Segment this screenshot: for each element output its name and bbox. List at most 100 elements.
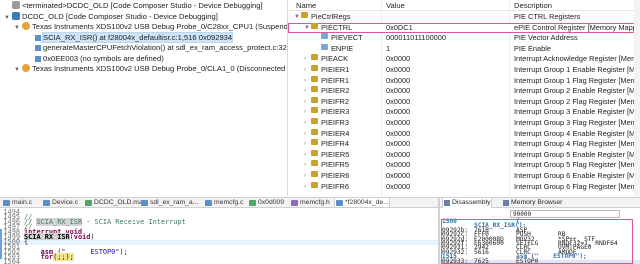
expand-caret-icon[interactable]: ▼ bbox=[304, 23, 310, 34]
expand-arrow-icon[interactable]: ▼ bbox=[14, 65, 22, 75]
register-row[interactable]: ENPIE 1 PIE Enable bbox=[288, 43, 640, 55]
debug-tree-label: Texas Instruments XDS100v2 USB Debug Pro… bbox=[32, 64, 287, 73]
expand-caret-icon[interactable]: › bbox=[304, 107, 306, 118]
debug-tree-item[interactable]: ▼ Texas Instruments XDS100v2 USB Debug Pr… bbox=[14, 22, 287, 33]
register-row[interactable]: › PIEIER2 0x0000 Interrupt Group 2 Enable R… bbox=[288, 86, 640, 97]
debug-tree-item[interactable]: generateMasterCPUFetchViolation() at sdl… bbox=[26, 43, 287, 53]
register-row[interactable]: ▼ PieCtrlRegs PIE CTRL Registers bbox=[288, 12, 640, 23]
editor-tab[interactable]: sdl_ex_ram_a... bbox=[140, 198, 199, 207]
register-icon bbox=[311, 181, 318, 188]
expand-caret-icon[interactable]: › bbox=[304, 86, 306, 97]
expand-caret-icon[interactable]: › bbox=[304, 160, 306, 171]
register-value[interactable]: 0x0000 bbox=[386, 171, 506, 182]
expand-caret-icon[interactable]: › bbox=[304, 139, 306, 150]
debug-tree-label: <terminated>DCDC_OLD [Code Composer Stud… bbox=[22, 1, 263, 10]
register-value[interactable]: 0x0000 bbox=[386, 97, 506, 108]
debug-view: <terminated>DCDC_OLD [Code Composer Stud… bbox=[0, 0, 288, 196]
expand-caret-icon[interactable]: › bbox=[304, 150, 306, 161]
register-icon bbox=[311, 65, 318, 71]
register-value[interactable]: 0x0000 bbox=[386, 150, 506, 161]
column-value[interactable]: Value bbox=[386, 0, 405, 11]
editor-tab[interactable]: memcfg.h bbox=[290, 198, 330, 207]
editor-tab-label: 0x0d009 bbox=[258, 199, 285, 206]
c-file-icon bbox=[141, 200, 148, 206]
expand-caret-icon[interactable]: ▼ bbox=[294, 12, 300, 23]
debug-tree-item[interactable]: ▼ DCDC_OLD [Code Composer Studio - Device… bbox=[4, 11, 218, 23]
expand-caret-icon[interactable]: › bbox=[304, 76, 306, 87]
register-description: Interrupt Group 6 Flag Register [Mem... bbox=[514, 181, 634, 191]
register-value[interactable]: 000011011100000 bbox=[386, 33, 506, 44]
expand-arrow-icon[interactable]: ▼ bbox=[4, 13, 12, 23]
register-name: PIEIER3 bbox=[321, 107, 350, 117]
register-value[interactable]: 0x0000 bbox=[386, 86, 506, 97]
editor-tab-label: sdl_ex_ram_a... bbox=[150, 199, 199, 206]
expand-caret-icon[interactable]: › bbox=[304, 97, 306, 108]
register-value[interactable]: 1 bbox=[386, 44, 506, 55]
register-row[interactable]: ▼ PIECTRL 0x0DC1 ePIE Control Register [Mem… bbox=[288, 22, 640, 34]
expand-caret-icon[interactable]: › bbox=[304, 65, 306, 76]
view-tab[interactable]: Disassembly bbox=[442, 198, 492, 208]
register-description: PIE CTRL Registers bbox=[514, 12, 581, 21]
register-value[interactable]: 0x0000 bbox=[386, 76, 506, 87]
expand-caret-icon[interactable]: › bbox=[304, 171, 306, 182]
editor-tab[interactable]: *f28004x_de... bbox=[334, 198, 390, 207]
register-description: Interrupt Group 5 Flag Register [Mem... bbox=[514, 160, 634, 170]
thread-icon bbox=[22, 22, 30, 30]
register-icon bbox=[311, 128, 318, 135]
register-value[interactable]: 0x0000 bbox=[386, 107, 506, 118]
register-row[interactable]: › PIEIFR1 0x0000 Interrupt Group 1 Flag Reg… bbox=[288, 75, 640, 87]
expand-caret-icon[interactable]: › bbox=[304, 118, 306, 129]
register-row[interactable]: › PIEIFR2 0x0000 Interrupt Group 2 Flag Reg… bbox=[288, 96, 640, 108]
register-value[interactable]: 0x0000 bbox=[386, 118, 506, 129]
register-value[interactable]: 0x0000 bbox=[386, 182, 506, 193]
register-value[interactable]: 0x0000 bbox=[386, 54, 506, 65]
register-value[interactable]: 0x0DC1 bbox=[386, 23, 506, 34]
register-row[interactable]: › PIEIER4 0x0000 Interrupt Group 4 Enable R… bbox=[288, 128, 640, 140]
code-editor[interactable]: 1494 1495//1496// SCIA_RX_ISR - SCIA Rece… bbox=[0, 209, 438, 264]
register-row[interactable]: › PIEACK 0x0000 Interrupt Acknowledge Regis… bbox=[288, 54, 640, 65]
bitfield-icon bbox=[321, 33, 328, 40]
code-line[interactable]: 1504 bbox=[0, 257, 438, 264]
line-number: 1504 bbox=[3, 257, 20, 264]
expand-caret-icon[interactable]: › bbox=[304, 54, 306, 65]
expand-caret-icon[interactable]: › bbox=[304, 129, 306, 140]
register-row[interactable]: PIEVECT 000011011100000 PIE Vector Address bbox=[288, 33, 640, 44]
editor-tab[interactable]: memcfg.c bbox=[204, 198, 243, 207]
column-name[interactable]: Name bbox=[296, 0, 316, 11]
register-icon bbox=[311, 75, 318, 82]
register-icon bbox=[311, 171, 318, 177]
c-file-icon bbox=[336, 200, 343, 206]
expand-caret-icon[interactable]: › bbox=[304, 182, 306, 193]
register-row[interactable]: › PIEIFR6 0x0000 Interrupt Group 6 Flag Reg… bbox=[288, 181, 640, 193]
register-row[interactable]: › PIEIER3 0x0000 Interrupt Group 3 Enable R… bbox=[288, 107, 640, 118]
register-row[interactable]: › PIEIER5 0x0000 Interrupt Group 5 Enable R… bbox=[288, 149, 640, 161]
register-row[interactable]: › PIEIER1 0x0000 Interrupt Group 1 Enable R… bbox=[288, 65, 640, 76]
register-value[interactable]: 0x0000 bbox=[386, 160, 506, 171]
debug-tree-item[interactable]: 0x0EE003 (no symbols are defined) bbox=[26, 54, 164, 64]
debug-tree-item[interactable]: SCIA_RX_ISR() at f28004x_defaultisr.c:1,… bbox=[26, 31, 234, 43]
register-icon bbox=[311, 86, 318, 93]
register-value[interactable]: 0x0000 bbox=[386, 65, 506, 76]
registers-view: Name Value Description ▼ PieCtrlRegs PIE C… bbox=[288, 0, 640, 196]
register-value[interactable]: 0x0000 bbox=[386, 129, 506, 140]
register-description: Interrupt Acknowledge Register [Mem... bbox=[514, 54, 634, 64]
register-row[interactable]: › PIEIFR3 0x0000 Interrupt Group 3 Flag Reg… bbox=[288, 118, 640, 129]
view-tab[interactable]: Memory Browser bbox=[502, 198, 562, 208]
column-description[interactable]: Description bbox=[514, 0, 552, 11]
editor-tab[interactable]: Device.c bbox=[42, 198, 78, 207]
registers-scrollbar[interactable] bbox=[634, 0, 640, 196]
register-value[interactable]: 0x0000 bbox=[386, 139, 506, 150]
editor-tab[interactable]: 0x0d009 bbox=[248, 198, 285, 207]
register-row[interactable]: › PIEIFR4 0x0000 Interrupt Group 4 Flag Reg… bbox=[288, 139, 640, 150]
expand-arrow-icon[interactable]: ▼ bbox=[14, 23, 22, 33]
register-row[interactable]: › PIEIFR5 0x0000 Interrupt Group 5 Flag Reg… bbox=[288, 160, 640, 171]
debug-tree-item[interactable]: ▼ Texas Instruments XDS100v2 USB Debug Pr… bbox=[14, 64, 287, 75]
address-input[interactable]: 90000 bbox=[510, 210, 620, 218]
debug-tree-item[interactable]: <terminated>DCDC_OLD [Code Composer Stud… bbox=[4, 1, 263, 11]
editor-tab[interactable]: DCDC_OLD.map bbox=[84, 198, 147, 207]
register-description: Interrupt Group 1 Flag Register [Mem... bbox=[514, 75, 634, 85]
editor-tab[interactable]: main.c bbox=[2, 198, 32, 207]
register-row[interactable]: › PIEIER6 0x0000 Interrupt Group 6 Enable R… bbox=[288, 171, 640, 182]
register-description: PIE Vector Address bbox=[514, 33, 578, 43]
memory-icon bbox=[503, 200, 509, 206]
